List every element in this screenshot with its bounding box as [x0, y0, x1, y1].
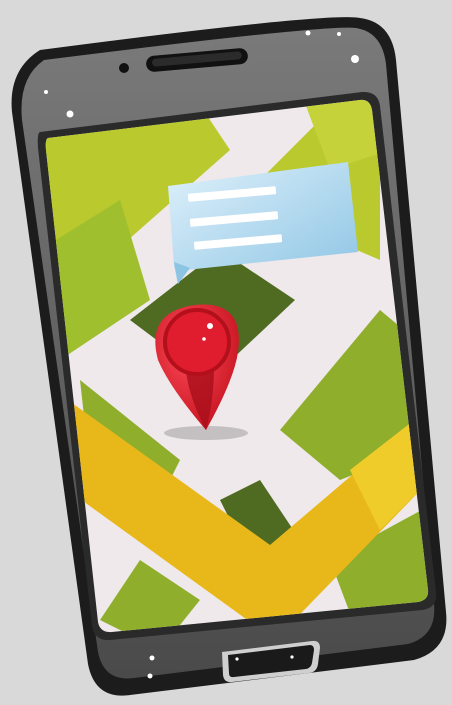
sparkle [66, 110, 74, 118]
front-camera [119, 63, 129, 73]
sparkle [351, 55, 359, 63]
phone-artwork [11, 17, 447, 696]
sparkle [337, 32, 341, 36]
sparkle [147, 673, 153, 679]
sparkle [149, 655, 155, 661]
sparkle [305, 30, 311, 36]
sparkle [44, 90, 48, 94]
phone-illustration [0, 0, 452, 705]
